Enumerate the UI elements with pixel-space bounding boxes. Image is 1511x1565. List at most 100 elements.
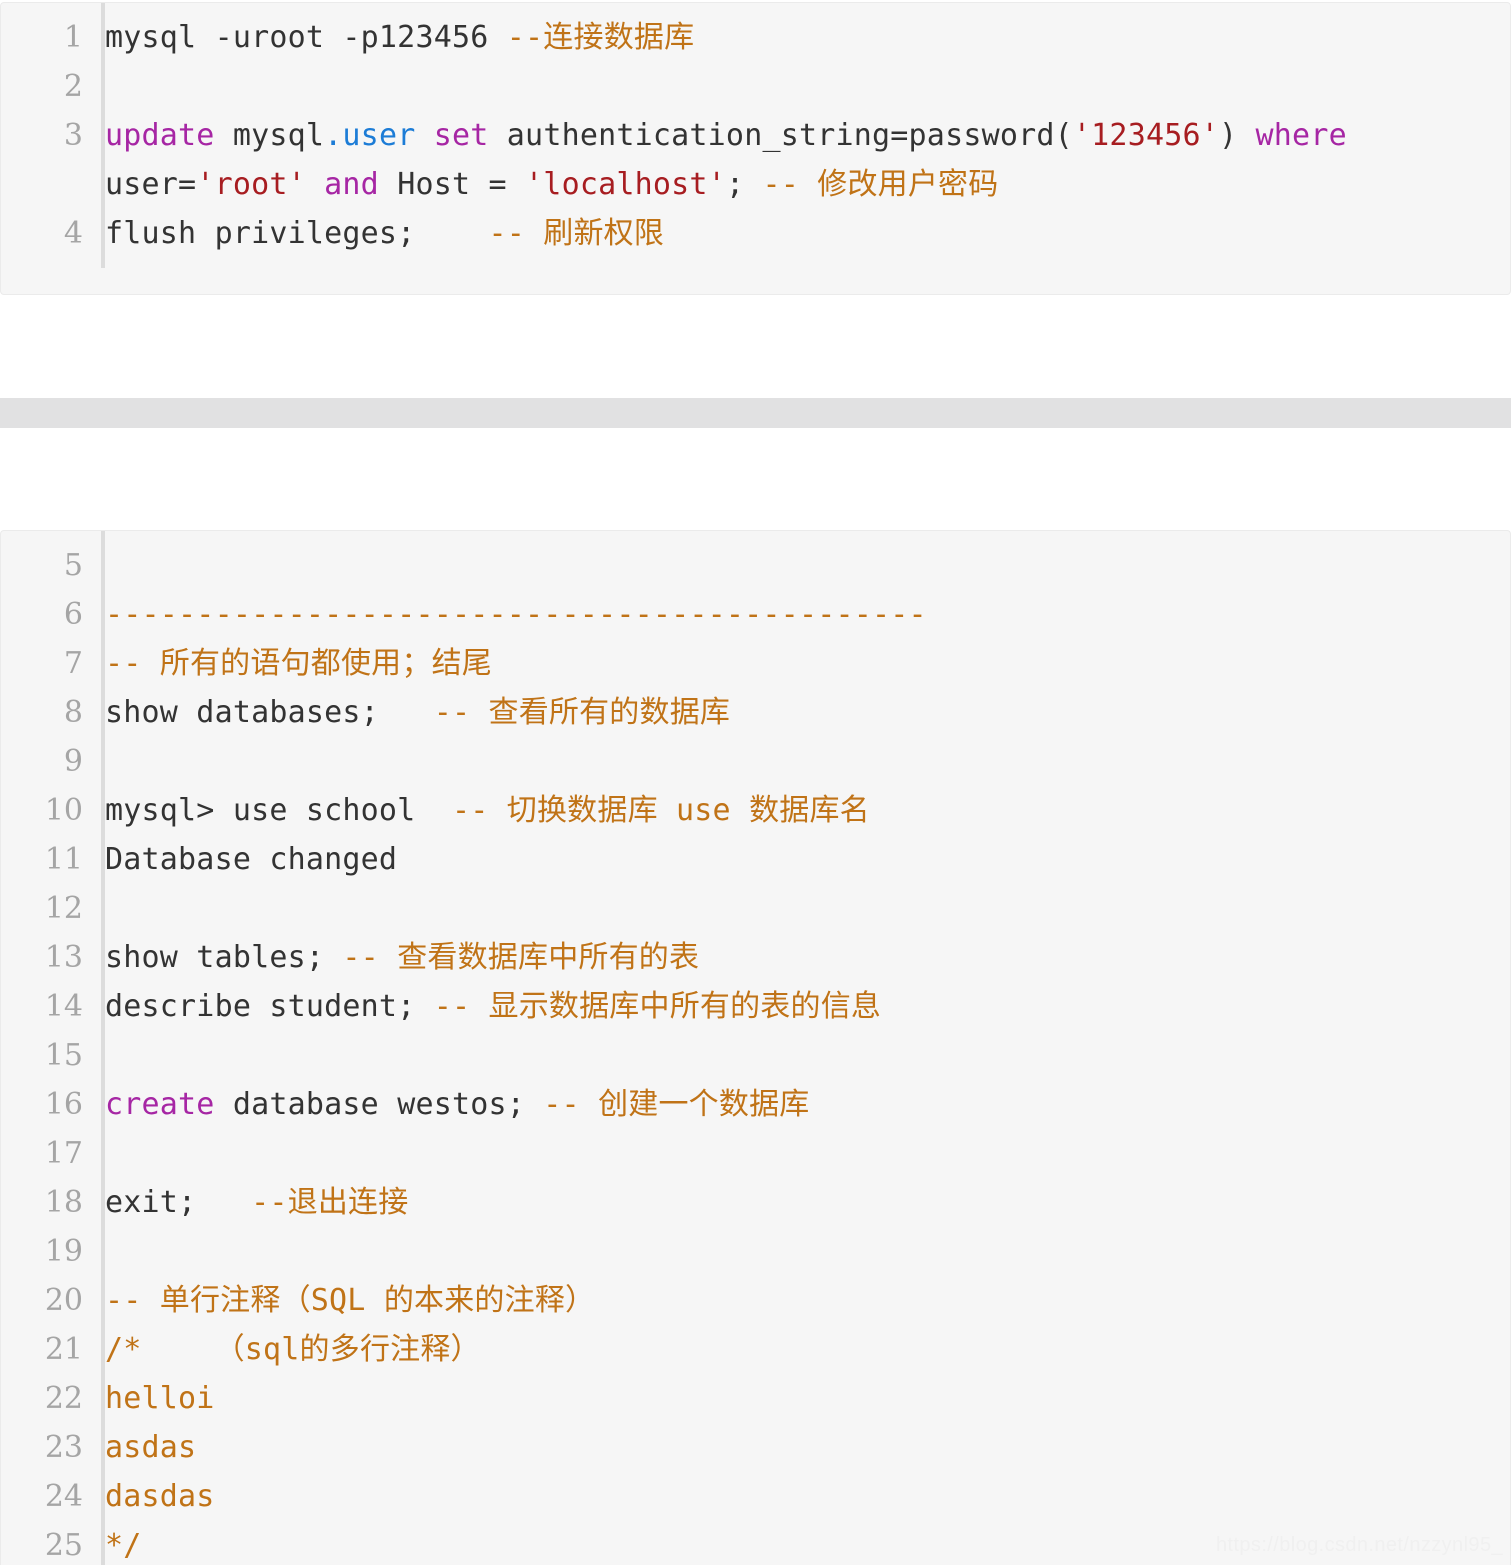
code-token-property: .user: [324, 118, 416, 153]
line-number: 8: [63, 695, 83, 730]
code-line-text: describe student; -- 显示数据库中所有的表的信息: [83, 982, 1510, 1031]
code-token-comment: helloi: [105, 1381, 215, 1416]
code-token-comment: dasdas: [105, 1479, 215, 1514]
code-block-first-inner: 1 mysql -uroot -p123456 --连接数据库 2 3 update …: [1, 3, 1510, 268]
code-line-text: ----------------------------------------…: [83, 590, 1510, 639]
code-token-plain: mysql -uroot -p123456: [105, 20, 507, 55]
code-lines-first: 1 mysql -uroot -p123456 --连接数据库 2 3 update …: [1, 13, 1510, 258]
code-line-text: [83, 1031, 1510, 1080]
line-number: 4: [63, 216, 83, 251]
code-line: 15: [1, 1031, 1510, 1080]
code-line-text: [83, 541, 1510, 590]
code-token-plain: database westos;: [214, 1087, 544, 1122]
code-line: 21 /* （sql的多行注释）: [1, 1325, 1510, 1374]
code-line-text: mysql> use school -- 切换数据库 use 数据库名: [83, 786, 1510, 835]
code-token-keyword: update: [105, 118, 215, 153]
code-line: 19: [1, 1227, 1510, 1276]
code-token-comment: -- 查看数据库中所有的表: [342, 940, 700, 975]
code-token-plain: exit;: [105, 1185, 252, 1220]
code-token-comment: -- 单行注释（SQL 的本来的注释）: [105, 1283, 596, 1318]
code-line-text: [83, 737, 1510, 786]
line-number: 23: [44, 1430, 83, 1465]
code-line-text: create database westos; -- 创建一个数据库: [83, 1080, 1510, 1129]
code-token-comment: */: [105, 1528, 142, 1563]
code-block-second[interactable]: 5 6 -------------------------------------…: [0, 530, 1511, 1565]
line-number: 11: [44, 842, 83, 877]
gutter-divider-rule: [101, 3, 105, 268]
line-number: 22: [44, 1381, 83, 1416]
code-line-text: -- 单行注释（SQL 的本来的注释）: [83, 1276, 1510, 1325]
code-line: 16 create database westos; -- 创建一个数据库: [1, 1080, 1510, 1129]
code-line-text: exit; --退出连接: [83, 1178, 1510, 1227]
code-token-plain: mysql: [214, 118, 325, 153]
line-number: 10: [44, 793, 83, 828]
code-line: 1 mysql -uroot -p123456 --连接数据库: [1, 13, 1510, 62]
code-line-text: update mysql.user set authentication_str…: [83, 111, 1510, 209]
line-number: 14: [44, 989, 83, 1024]
line-number: 24: [44, 1479, 83, 1514]
code-line-text: helloi: [83, 1374, 1510, 1423]
code-token-comment: -- 刷新权限: [488, 216, 665, 251]
code-token-keyword: where: [1255, 118, 1347, 153]
code-token-plain: ): [1219, 118, 1256, 153]
code-line: 20 -- 单行注释（SQL 的本来的注释）: [1, 1276, 1510, 1325]
line-number: 6: [63, 597, 83, 632]
code-token-comment: --连接数据库: [506, 20, 695, 55]
code-token-comment: -- 查看所有的数据库: [433, 695, 731, 730]
line-number: 18: [44, 1185, 83, 1220]
code-line-text: show databases; -- 查看所有的数据库: [83, 688, 1510, 737]
code-line-text: mysql -uroot -p123456 --连接数据库: [83, 13, 1510, 62]
line-number: 7: [63, 646, 83, 681]
line-number: 19: [44, 1234, 83, 1269]
code-token-string: '123456': [1072, 118, 1219, 153]
line-number: 20: [44, 1283, 83, 1318]
code-line: 17: [1, 1129, 1510, 1178]
line-number: 25: [44, 1528, 83, 1563]
code-token-comment: ----------------------------------------…: [105, 597, 927, 632]
line-number: 21: [44, 1332, 83, 1367]
line-number: 3: [63, 118, 83, 153]
line-number: 5: [63, 548, 83, 583]
code-line: 11 Database changed: [1, 835, 1510, 884]
code-line: 10 mysql> use school -- 切换数据库 use 数据库名: [1, 786, 1510, 835]
code-line-text: [83, 1227, 1510, 1276]
line-number: 1: [63, 20, 83, 55]
code-token-comment: -- 创建一个数据库: [543, 1087, 810, 1122]
code-token-string: 'root': [196, 167, 306, 202]
code-line: 5: [1, 541, 1510, 590]
code-line-text: /* （sql的多行注释）: [83, 1325, 1510, 1374]
line-number: 17: [44, 1136, 83, 1171]
code-token-plain: show databases;: [105, 695, 434, 730]
csdn-watermark: https://blog.csdn.net/nzzynl95_: [1215, 1534, 1503, 1556]
code-line: 22 helloi: [1, 1374, 1510, 1423]
code-token-plain: mysql> use school: [105, 793, 452, 828]
code-token-string: 'localhost': [525, 167, 726, 202]
code-block-second-inner: 5 6 -------------------------------------…: [1, 531, 1510, 1565]
line-number: 15: [44, 1038, 83, 1073]
code-block-first[interactable]: 1 mysql -uroot -p123456 --连接数据库 2 3 update …: [0, 2, 1511, 295]
code-token-comment: --退出连接: [251, 1185, 409, 1220]
line-number: 16: [44, 1087, 83, 1122]
code-line: 18 exit; --退出连接: [1, 1178, 1510, 1227]
code-token-plain: Host =: [378, 167, 526, 202]
code-line: 14 describe student; -- 显示数据库中所有的表的信息: [1, 982, 1510, 1031]
code-token-plain: authentication_string=password(: [488, 118, 1073, 153]
gutter-divider-rule: [101, 531, 105, 1565]
code-line-text: [83, 62, 1510, 111]
code-token-keyword: create: [105, 1087, 215, 1122]
code-line: 3 update mysql.user set authentication_st…: [1, 111, 1510, 209]
code-line-text: asdas: [83, 1423, 1510, 1472]
code-line-text: flush privileges; -- 刷新权限: [83, 209, 1510, 258]
code-line: 12: [1, 884, 1510, 933]
code-line-text: dasdas: [83, 1472, 1510, 1521]
code-token-plain: flush privileges;: [105, 216, 489, 251]
code-token-keyword: and: [324, 167, 379, 202]
code-line-text: [83, 1129, 1510, 1178]
code-line: 13 show tables; -- 查看数据库中所有的表: [1, 933, 1510, 982]
line-number: 2: [63, 69, 83, 104]
code-line-text: -- 所有的语句都使用；结尾: [83, 639, 1510, 688]
code-token-plain: show tables;: [105, 940, 343, 975]
code-line: 24 dasdas: [1, 1472, 1510, 1521]
